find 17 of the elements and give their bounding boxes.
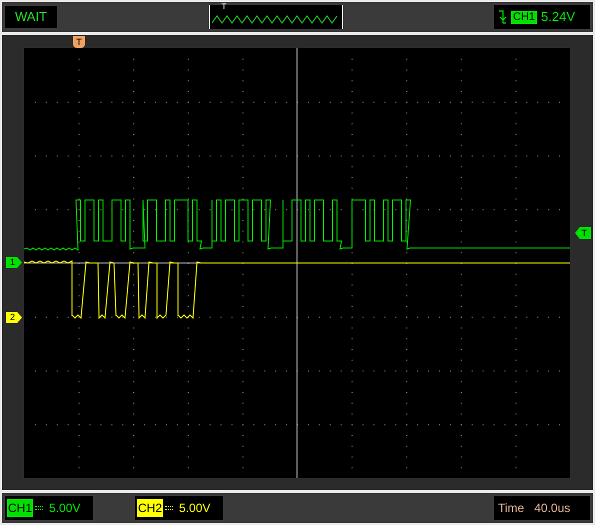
channel-badge: CH2 bbox=[137, 499, 164, 517]
preview-trigger-marker: T bbox=[222, 3, 226, 11]
channel-marker[interactable]: 1 bbox=[6, 257, 22, 268]
channel-volts: 5.00V bbox=[49, 500, 80, 517]
status-text: WAIT bbox=[5, 6, 57, 28]
coupling-icon bbox=[35, 506, 44, 510]
channel-marker[interactable]: 2 bbox=[6, 312, 22, 323]
trigger-level: 5.24V bbox=[541, 8, 575, 26]
preview-wave-icon bbox=[212, 15, 340, 24]
coupling-icon bbox=[165, 506, 174, 510]
channel-badge: CH1 bbox=[7, 499, 34, 517]
time-value: 40.0us bbox=[534, 500, 570, 517]
trigger-channel-badge: CH1 bbox=[511, 10, 538, 24]
channel-volts: 5.00V bbox=[179, 500, 210, 517]
trigger-level-marker[interactable]: T bbox=[575, 227, 591, 239]
time-label: Time bbox=[498, 500, 524, 517]
trigger-position-marker: T bbox=[73, 36, 85, 48]
